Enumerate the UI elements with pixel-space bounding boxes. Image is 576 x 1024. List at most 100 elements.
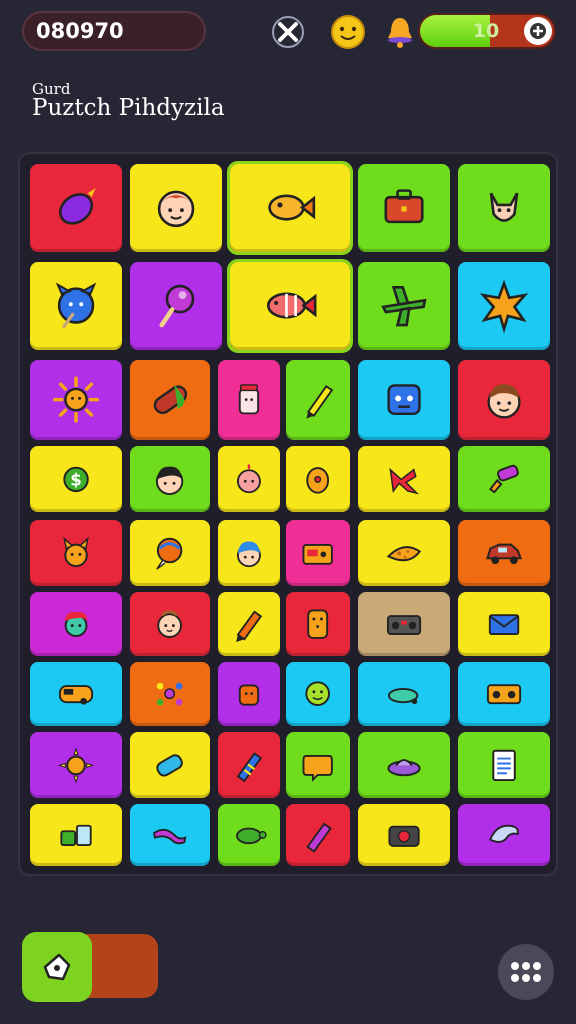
tile-r4-c6[interactable] — [458, 446, 550, 512]
bell-icon — [388, 18, 412, 48]
crayon-striped-icon — [236, 751, 263, 782]
tile-r2-c5[interactable] — [458, 262, 550, 350]
envelope-icon — [488, 614, 520, 636]
tile-r7-c2[interactable] — [130, 662, 210, 726]
kettle-icon — [238, 684, 260, 706]
tile-r9-c4[interactable] — [286, 804, 350, 866]
tile-r5-c5[interactable] — [358, 520, 450, 586]
tile-r4-c2[interactable] — [130, 446, 210, 512]
tile-r7-c3[interactable] — [218, 662, 280, 726]
shoe-icon — [389, 467, 419, 494]
dolphin-icon — [489, 824, 519, 843]
kid-face-icon — [156, 466, 184, 495]
lollipop-icon — [159, 285, 195, 328]
tile-r9-c1[interactable] — [30, 804, 122, 866]
chat-bubble-icon — [302, 754, 334, 782]
tile-r6-c5[interactable] — [358, 592, 450, 656]
emoji-button[interactable] — [328, 12, 368, 52]
tile-r9-c5[interactable] — [358, 804, 450, 866]
tile-r6-c6[interactable] — [458, 592, 550, 656]
tile-r4-c5[interactable] — [358, 446, 450, 512]
tile-r4-c4[interactable] — [286, 446, 350, 512]
tile-r9-c3[interactable] — [218, 804, 280, 866]
tile-r2-c4[interactable] — [358, 262, 450, 350]
cracker-icon — [307, 609, 329, 640]
energy-meter: 10 — [418, 13, 556, 49]
tile-r7-c4[interactable] — [286, 662, 350, 726]
page-title: Puztch Pihdyzila — [32, 95, 225, 121]
close-icon — [272, 16, 304, 48]
tile-r1-c3[interactable] — [227, 161, 353, 255]
balloon-icon — [156, 537, 183, 570]
tile-r4-c3[interactable] — [218, 446, 280, 512]
tile-r6-c1[interactable] — [30, 592, 122, 656]
tile-r5-c4[interactable] — [286, 520, 350, 586]
tile-r3-c6[interactable] — [458, 360, 550, 440]
tile-r6-c4[interactable] — [286, 592, 350, 656]
tile-r3-c2[interactable] — [130, 360, 210, 440]
dog-icon — [63, 536, 89, 567]
baby-icon — [157, 610, 183, 639]
tile-r8-c2[interactable] — [130, 732, 210, 798]
tile-r8-c4[interactable] — [286, 732, 350, 798]
tile-r5-c3[interactable] — [218, 520, 280, 586]
top-bar: 080970 10 — [0, 0, 576, 64]
tile-r5-c2[interactable] — [130, 520, 210, 586]
robot-icon — [387, 384, 421, 416]
smiley-icon — [305, 681, 331, 707]
tile-r4-c1[interactable]: $ — [30, 446, 122, 512]
tile-r2-c3[interactable] — [227, 259, 353, 353]
hint-button[interactable] — [22, 932, 92, 1002]
tile-r2-c1[interactable] — [30, 262, 122, 350]
cheese-icon — [386, 545, 422, 561]
tile-r5-c6[interactable] — [458, 520, 550, 586]
tile-r6-c2[interactable] — [130, 592, 210, 656]
menu-button[interactable] — [498, 944, 554, 1000]
star-burst-icon — [479, 280, 529, 334]
tile-r7-c6[interactable] — [458, 662, 550, 726]
radio-icon — [302, 543, 334, 565]
tile-r8-c6[interactable] — [458, 732, 550, 798]
close-button[interactable] — [268, 12, 308, 52]
briefcase-icon — [384, 189, 424, 224]
hint-control — [22, 932, 158, 1002]
tile-r8-c1[interactable] — [30, 732, 122, 798]
pill-icon — [154, 384, 188, 415]
tile-r2-c2[interactable] — [130, 262, 222, 350]
tile-r1-c2[interactable] — [130, 164, 222, 252]
sunflower-icon — [57, 746, 95, 784]
tile-r8-c5[interactable] — [358, 732, 450, 798]
brush-icon — [488, 464, 519, 494]
lizard-icon — [153, 829, 187, 845]
tile-r1-c5[interactable] — [458, 164, 550, 252]
marker-icon — [306, 822, 333, 853]
eggplant-icon — [58, 188, 96, 226]
tile-r7-c5[interactable] — [358, 662, 450, 726]
jar-icon — [238, 384, 260, 415]
camera-icon — [388, 825, 420, 847]
tile-r5-c1[interactable] — [30, 520, 122, 586]
tile-r1-c1[interactable] — [30, 164, 122, 252]
tile-r3-c5[interactable] — [358, 360, 450, 440]
tile-r3-c4[interactable] — [286, 360, 350, 440]
turtle-icon — [236, 827, 267, 845]
tile-r3-c1[interactable] — [30, 360, 122, 440]
tile-r6-c3[interactable] — [218, 592, 280, 656]
girl-face-icon — [157, 191, 195, 228]
egg-icon — [306, 466, 330, 494]
tile-r9-c6[interactable] — [458, 804, 550, 866]
tile-r9-c2[interactable] — [130, 804, 210, 866]
score-display: 080970 — [22, 11, 206, 51]
tile-r7-c1[interactable] — [30, 662, 122, 726]
gear-plus-icon — [530, 23, 546, 39]
notification-button[interactable] — [380, 12, 420, 52]
stereo-icon — [486, 684, 522, 705]
tile-r8-c3[interactable] — [218, 732, 280, 798]
grid-dots-icon — [511, 962, 541, 982]
gadgets-icon — [60, 824, 92, 847]
airplane-icon — [381, 286, 427, 327]
energy-add-button[interactable] — [524, 17, 552, 45]
boy-face-icon — [487, 384, 521, 419]
tile-r1-c4[interactable] — [358, 164, 450, 252]
tile-r3-c3[interactable] — [218, 360, 280, 440]
